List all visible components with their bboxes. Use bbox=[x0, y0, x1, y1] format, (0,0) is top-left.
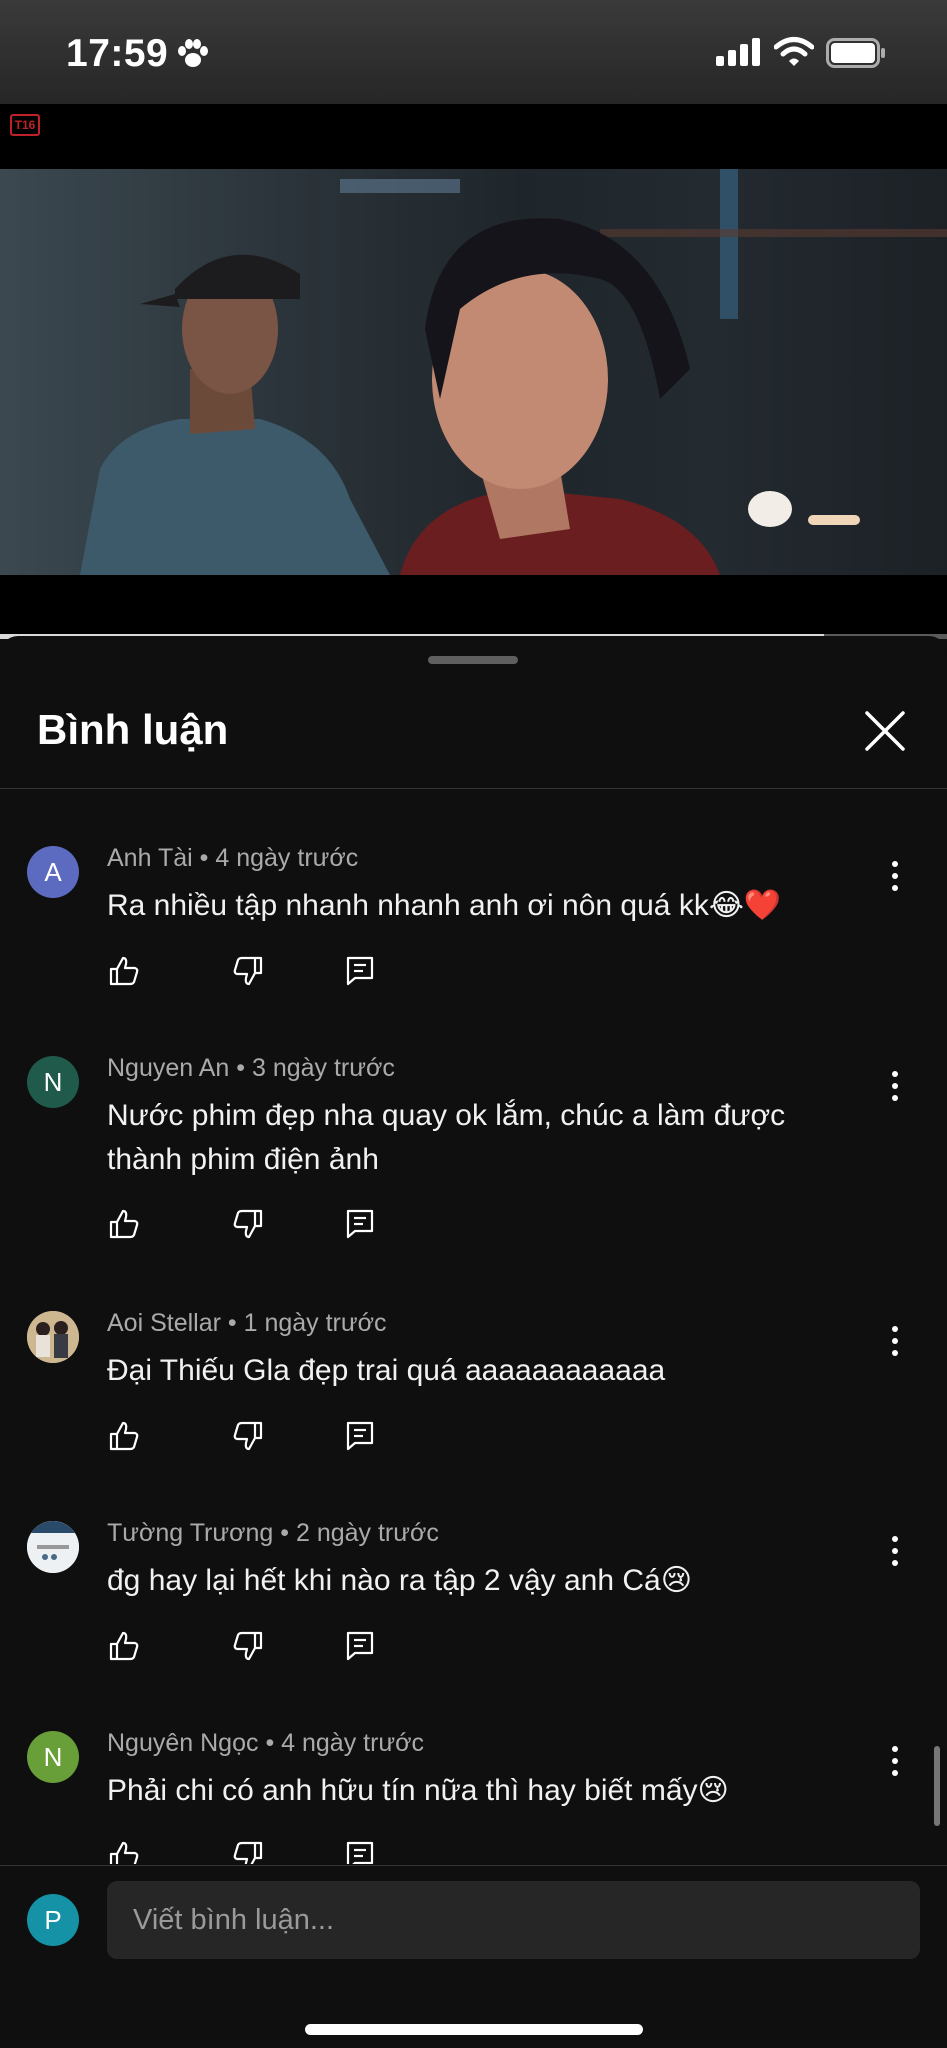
comment-time: 1 ngày trước bbox=[243, 1309, 387, 1337]
user-avatar[interactable]: P bbox=[27, 1894, 79, 1946]
comment-author[interactable]: Nguyên Ngọc bbox=[107, 1729, 258, 1757]
comment-text: Ra nhiều tập nhanh nhanh anh ơi nôn quá … bbox=[107, 889, 782, 922]
age-rating-badge: T16 bbox=[10, 114, 40, 136]
avatar[interactable]: N bbox=[27, 1731, 79, 1783]
comment-actions bbox=[107, 1839, 407, 1864]
comment-actions bbox=[107, 954, 407, 994]
status-bar: 17:59 bbox=[0, 0, 947, 104]
battery-icon bbox=[826, 38, 885, 68]
like-icon[interactable] bbox=[107, 1629, 141, 1663]
comment-input-bar: P bbox=[0, 1865, 947, 2048]
reply-icon[interactable] bbox=[343, 1207, 377, 1241]
comment-author[interactable]: Tường Trương bbox=[107, 1519, 273, 1547]
avatar[interactable] bbox=[27, 1521, 79, 1573]
reply-icon[interactable] bbox=[343, 1629, 377, 1663]
comment-actions bbox=[107, 1207, 407, 1247]
dislike-icon[interactable] bbox=[231, 1207, 265, 1241]
paw-icon bbox=[178, 39, 208, 67]
comment-time: 2 ngày trước bbox=[295, 1519, 439, 1547]
dislike-icon[interactable] bbox=[231, 954, 265, 988]
meta-separator: • bbox=[236, 1054, 252, 1082]
meta-separator: • bbox=[199, 844, 216, 872]
like-icon[interactable] bbox=[107, 954, 141, 988]
like-icon[interactable] bbox=[107, 1207, 141, 1241]
dislike-icon[interactable] bbox=[231, 1419, 265, 1453]
meta-separator: • bbox=[280, 1519, 296, 1547]
reply-icon[interactable] bbox=[343, 954, 377, 988]
comment-time: 3 ngày trước bbox=[251, 1054, 395, 1082]
like-icon[interactable] bbox=[107, 1839, 141, 1864]
comment-time: 4 ngày trước bbox=[281, 1729, 425, 1757]
avatar-photo bbox=[27, 1521, 79, 1573]
video-frame[interactable] bbox=[0, 169, 947, 575]
avatar[interactable]: A bbox=[27, 846, 79, 898]
comment-meta: Nguyen An • 3 ngày trước bbox=[107, 1054, 395, 1083]
wifi-icon bbox=[774, 37, 814, 66]
reply-icon[interactable] bbox=[343, 1419, 377, 1453]
comment-author[interactable]: Nguyen An bbox=[107, 1054, 229, 1082]
comment-meta: Aoi Stellar • 1 ngày trước bbox=[107, 1309, 387, 1338]
more-options-icon[interactable] bbox=[880, 1321, 910, 1361]
scrollbar[interactable] bbox=[934, 1746, 940, 1826]
more-options-icon[interactable] bbox=[880, 1531, 910, 1571]
more-options-icon[interactable] bbox=[880, 1066, 910, 1106]
comment-actions bbox=[107, 1419, 407, 1459]
comment-meta: Nguyên Ngọc • 4 ngày trước bbox=[107, 1729, 424, 1758]
reply-icon[interactable] bbox=[343, 1839, 377, 1864]
comment-meta: Tường Trương • 2 ngày trước bbox=[107, 1519, 439, 1548]
comment-actions bbox=[107, 1629, 407, 1669]
comments-list: A Anh Tài • 4 ngày trước Ra nhiều tập nh… bbox=[0, 789, 947, 1864]
like-icon[interactable] bbox=[107, 1419, 141, 1453]
comment-input[interactable] bbox=[107, 1881, 920, 1959]
comment-author[interactable]: Aoi Stellar bbox=[107, 1309, 221, 1337]
close-icon[interactable] bbox=[860, 706, 910, 756]
avatar[interactable]: N bbox=[27, 1056, 79, 1108]
video-player[interactable]: T16 bbox=[0, 104, 947, 639]
status-time: 17:59 bbox=[66, 32, 169, 75]
comment-author[interactable]: Anh Tài bbox=[107, 844, 193, 872]
more-options-icon[interactable] bbox=[880, 856, 910, 896]
avatar-photo bbox=[27, 1311, 79, 1363]
comment-time: 4 ngày trước bbox=[215, 844, 359, 872]
home-indicator[interactable] bbox=[305, 2024, 643, 2035]
comments-sheet: Bình luận A Anh Tài • 4 ngày trước Ra nh… bbox=[0, 636, 947, 2048]
meta-separator: • bbox=[227, 1309, 244, 1337]
avatar[interactable] bbox=[27, 1311, 79, 1363]
comment-text: Đại Thiếu Gla đẹp trai quá aaaaaaaaaaaa bbox=[107, 1354, 666, 1387]
more-options-icon[interactable] bbox=[880, 1741, 910, 1781]
comments-title: Bình luận bbox=[37, 706, 229, 753]
dislike-icon[interactable] bbox=[231, 1839, 265, 1864]
comment-text: đg hay lại hết khi nào ra tập 2 vậy anh … bbox=[107, 1564, 692, 1597]
comment-text: Phải chi có anh hữu tín nữa thì hay biết… bbox=[107, 1774, 729, 1807]
meta-separator: • bbox=[265, 1729, 282, 1757]
comment-meta: Anh Tài • 4 ngày trước bbox=[107, 844, 358, 873]
drag-handle[interactable] bbox=[428, 656, 518, 664]
cellular-signal-icon bbox=[716, 38, 760, 66]
video-scene-image bbox=[80, 169, 947, 575]
dislike-icon[interactable] bbox=[231, 1629, 265, 1663]
comment-text: Nước phim đẹp nha quay ok lắm, chúc a là… bbox=[107, 1099, 786, 1176]
